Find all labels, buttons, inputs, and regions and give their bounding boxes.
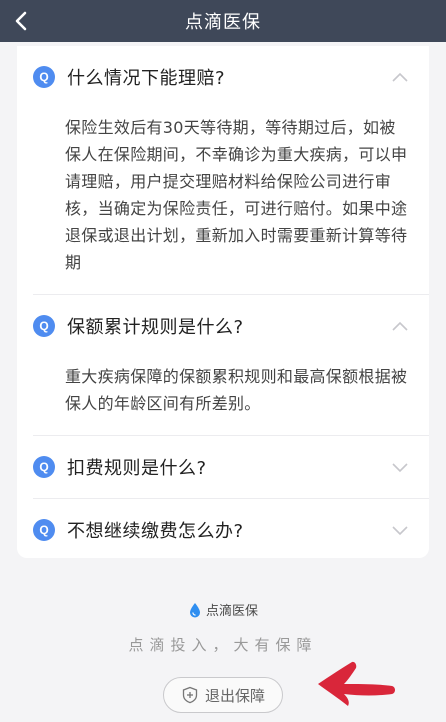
faq-question: 什么情况下能理赔? [67, 68, 226, 89]
shield-plus-icon [182, 686, 198, 704]
faq-card: Q 什么情况下能理赔? 保险生效后有30天等待期，等待期过后，如被保人在保险期间… [17, 46, 429, 558]
chevron-up-icon[interactable] [391, 320, 409, 332]
chevron-down-icon[interactable] [391, 524, 409, 536]
page-title: 点滴医保 [185, 12, 261, 33]
slogan: 点滴投入，大有保障 [128, 636, 318, 654]
back-button[interactable] [14, 0, 50, 42]
faq-question-row[interactable]: Q 什么情况下能理赔? [33, 46, 409, 108]
chevron-up-icon[interactable] [391, 71, 409, 83]
water-drop-icon [189, 602, 200, 617]
question-badge-icon: Q [33, 519, 55, 541]
faq-item: Q 扣费规则是什么? [33, 436, 409, 498]
faq-answer: 重大疾病保障的保额累积规则和最高保额根据被保人的年龄区间有所差别。 [65, 367, 408, 413]
chevron-down-icon[interactable] [391, 461, 409, 473]
faq-question-row[interactable]: Q 扣费规则是什么? [33, 436, 409, 498]
faq-question: 不想继续缴费怎么办? [67, 521, 244, 542]
question-badge-icon: Q [33, 315, 55, 337]
logo-text: 点滴医保 [205, 604, 258, 619]
faq-question: 扣费规则是什么? [67, 458, 207, 479]
faq-item: Q 什么情况下能理赔? 保险生效后有30天等待期，等待期过后，如被保人在保险期间… [33, 46, 409, 294]
faq-answer: 保险生效后有30天等待期，等待期过后，如被保人在保险期间，不幸确诊为重大疾病，可… [65, 118, 408, 272]
exit-button-label: 退出保障 [204, 686, 265, 705]
faq-item: Q 不想继续缴费怎么办? [33, 499, 409, 561]
question-badge-icon: Q [33, 66, 55, 88]
annotation-arrow-icon [318, 661, 395, 706]
faq-item: Q 保额累计规则是什么? 重大疾病保障的保额累积规则和最高保额根据被保人的年龄区… [33, 295, 409, 435]
question-badge-icon: Q [33, 456, 55, 478]
exit-coverage-button[interactable]: 退出保障 [163, 677, 283, 713]
faq-question: 保额累计规则是什么? [67, 317, 244, 338]
footer-logo: 点滴医保 [0, 600, 446, 619]
top-navigation-bar: 点滴医保 [0, 0, 446, 42]
faq-question-row[interactable]: Q 保额累计规则是什么? [33, 295, 409, 357]
faq-question-row[interactable]: Q 不想继续缴费怎么办? [33, 499, 409, 561]
chevron-left-icon [15, 11, 27, 31]
